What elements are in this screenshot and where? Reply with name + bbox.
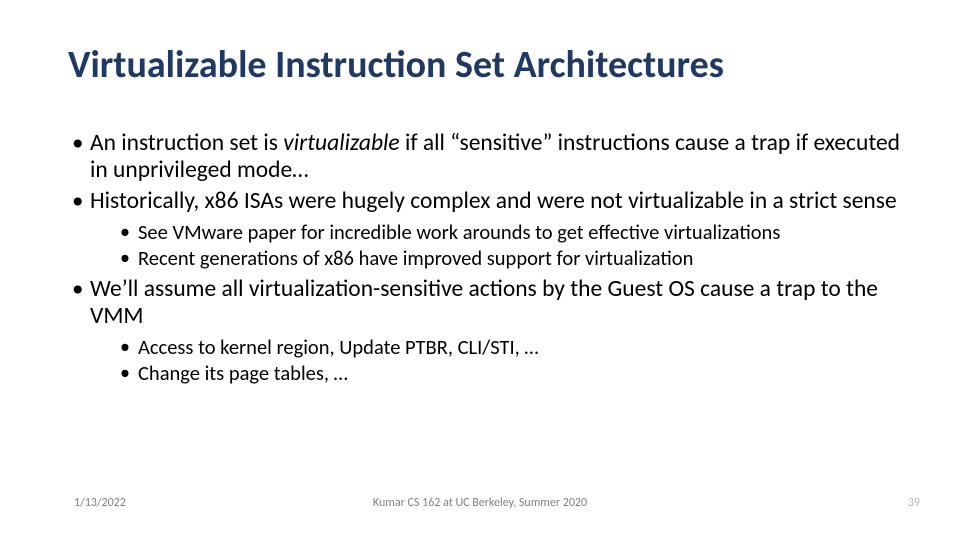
bullet-list-level2: See VMware paper for incredible work aro… xyxy=(90,221,903,270)
footer-attribution: Kumar CS 162 at UC Berkeley, Summer 2020 xyxy=(0,496,960,510)
bullet-item: An instruction set is virtualizable if a… xyxy=(68,130,903,184)
footer-page-number: 39 xyxy=(908,496,920,510)
bullet-list-level1: An instruction set is virtualizable if a… xyxy=(68,130,903,385)
slide-body: An instruction set is virtualizable if a… xyxy=(68,130,903,391)
bullet-sub-item: Access to kernel region, Update PTBR, CL… xyxy=(90,336,903,360)
text-run: We’ll assume all virtualization-sensitiv… xyxy=(90,275,878,330)
slide: Virtualizable Instruction Set Architectu… xyxy=(0,0,960,540)
text-run-italic: virtualizable xyxy=(283,129,399,157)
bullet-sub-item: Change its page tables, … xyxy=(90,362,903,386)
bullet-item: Historically, x86 ISAs were hugely compl… xyxy=(68,188,903,270)
bullet-sub-item: Recent generations of x86 have improved … xyxy=(90,247,903,271)
bullet-sub-item: See VMware paper for incredible work aro… xyxy=(90,221,903,245)
bullet-list-level2: Access to kernel region, Update PTBR, CL… xyxy=(90,336,903,385)
bullet-item: We’ll assume all virtualization-sensitiv… xyxy=(68,276,903,385)
slide-title: Virtualizable Instruction Set Architectu… xyxy=(68,42,724,88)
text-run: An instruction set is xyxy=(90,129,283,157)
text-run: Historically, x86 ISAs were hugely compl… xyxy=(90,187,897,215)
